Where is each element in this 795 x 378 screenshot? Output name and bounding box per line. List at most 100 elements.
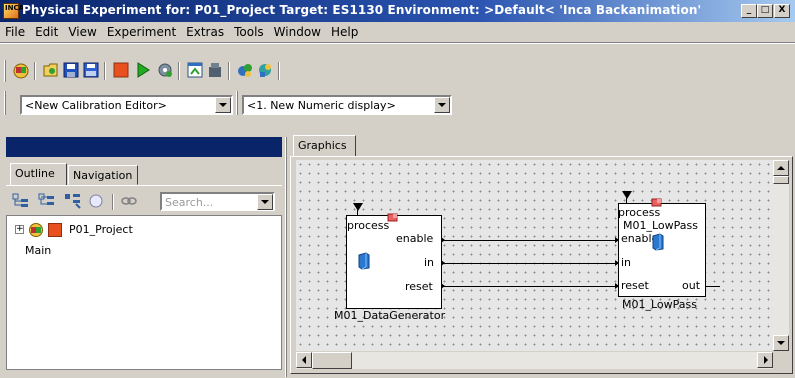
hardware-icon[interactable] <box>206 61 224 79</box>
tab-outline[interactable]: Outline <box>10 163 67 186</box>
tree-expander[interactable]: + <box>15 225 24 234</box>
connection-out[interactable] <box>706 286 720 287</box>
tree-collapse-icon[interactable] <box>38 193 56 209</box>
menu-window[interactable]: Window <box>269 22 326 39</box>
menu-tools[interactable]: Tools <box>229 22 269 39</box>
trigger-arrow-icon <box>622 191 632 199</box>
maximize-button[interactable]: □ <box>757 4 773 18</box>
scroll-up-button[interactable] <box>773 160 789 176</box>
code-icon <box>358 252 370 270</box>
calibration-editor-value: <New Calibration Editor> <box>25 99 167 112</box>
tab-navigation[interactable]: Navigation <box>68 165 138 185</box>
port-arrow-icon <box>441 283 445 289</box>
graphics-canvas[interactable]: process enable in reset M01_DataGenerato… <box>296 160 773 351</box>
tree-expand-icon[interactable] <box>12 193 30 209</box>
connection-enable[interactable] <box>442 240 619 241</box>
open-icon[interactable] <box>42 61 60 79</box>
scroll-down-button[interactable] <box>773 335 789 351</box>
numeric-display-select[interactable]: <1. New Numeric display> <box>242 95 452 115</box>
module-icon <box>651 198 662 207</box>
tree-item-project[interactable]: P01_Project <box>69 223 133 236</box>
search-input[interactable]: Search... <box>160 192 275 211</box>
menu-edit[interactable]: Edit <box>30 22 63 39</box>
tab-graphics[interactable]: Graphics <box>293 135 356 157</box>
menu-file[interactable]: File <box>0 22 30 39</box>
process-label: process <box>347 219 390 232</box>
tree-filter-icon[interactable] <box>64 193 82 209</box>
link-icon[interactable] <box>120 193 138 209</box>
extras-icon[interactable] <box>256 61 274 79</box>
port-out[interactable]: out <box>682 279 700 292</box>
tree-item-main[interactable]: Main <box>24 244 52 257</box>
toolbar-separator <box>112 194 114 210</box>
title-bar: INCA Physical Experiment for: P01_Projec… <box>0 0 795 22</box>
calibration-editor-select[interactable]: <New Calibration Editor> <box>20 95 233 115</box>
port-reset[interactable]: reset <box>405 280 433 293</box>
project-status-icon <box>48 223 62 237</box>
tab-divider <box>6 185 282 186</box>
run-icon[interactable] <box>134 61 152 79</box>
vertical-scrollbar[interactable] <box>773 160 789 351</box>
scroll-left-button[interactable] <box>296 352 312 368</box>
arrow-left-icon <box>302 356 306 364</box>
port-reset[interactable]: reset <box>621 279 649 292</box>
code-icon <box>652 233 664 251</box>
arrow-right-icon <box>764 356 768 364</box>
combo-grip <box>236 91 238 115</box>
save-all-icon[interactable] <box>82 61 100 79</box>
panel-splitter[interactable] <box>285 137 287 377</box>
scroll-right-button[interactable] <box>757 352 773 368</box>
circle-icon[interactable] <box>88 193 106 209</box>
outline-tree: + P01_Project Main <box>6 215 282 370</box>
numeric-display-value: <1. New Numeric display> <box>247 99 396 112</box>
window-icon[interactable] <box>186 61 204 79</box>
chevron-down-icon[interactable] <box>257 194 273 210</box>
search-placeholder: Search... <box>165 196 214 209</box>
menu-view[interactable]: View <box>63 22 101 39</box>
window-title: Physical Experiment for: P01_Project Tar… <box>22 3 702 17</box>
horizontal-scrollbar[interactable] <box>296 352 773 369</box>
port-arrow-icon <box>441 260 445 266</box>
chevron-down-icon[interactable] <box>215 97 231 113</box>
toolbar-separator <box>228 62 230 80</box>
horizontal-scroll-thumb[interactable] <box>312 352 352 369</box>
port-in[interactable]: in <box>621 256 631 269</box>
toolbar-separator <box>278 62 280 80</box>
app-icon[interactable]: INCA <box>3 3 24 19</box>
minimize-button[interactable]: _ <box>741 4 757 18</box>
vertical-scroll-thumb[interactable] <box>773 176 789 184</box>
data-generator-block[interactable]: process enable in reset <box>346 213 442 309</box>
toolbar-separator <box>178 62 180 80</box>
port-arrow-icon <box>441 237 445 243</box>
close-button[interactable]: X <box>774 4 790 18</box>
port-enable[interactable]: enable <box>396 232 433 245</box>
lowpass-block[interactable]: process M01_LowPass enable in reset out <box>618 198 706 297</box>
left-panel-title-bar <box>6 137 282 157</box>
arrow-down-icon <box>777 341 785 345</box>
menu-bar: File Edit View Experiment Extras Tools Window H… <box>0 22 795 42</box>
module-icon <box>387 213 398 222</box>
arrow-up-icon <box>777 166 785 170</box>
stop-icon[interactable] <box>112 61 130 79</box>
port-in[interactable]: in <box>424 256 434 269</box>
menu-divider-light <box>0 43 795 44</box>
connection-in[interactable] <box>442 263 619 264</box>
trigger-arrow-icon <box>353 203 363 211</box>
chevron-down-icon[interactable] <box>434 97 450 113</box>
toolbar-separator <box>34 62 36 80</box>
project-icon <box>29 223 43 237</box>
menu-extras[interactable]: Extras <box>181 22 229 39</box>
data-generator-name: M01_DataGenerator <box>334 309 446 322</box>
lowpass-name: M01_LowPass <box>622 298 697 311</box>
lowpass-inner-name: M01_LowPass <box>623 219 698 232</box>
connection-reset[interactable] <box>442 286 619 287</box>
menu-help[interactable]: Help <box>326 22 363 39</box>
save-icon[interactable] <box>62 61 80 79</box>
combo-grip <box>4 91 6 115</box>
experiment-icon[interactable] <box>12 61 30 79</box>
settings-icon[interactable] <box>156 61 174 79</box>
menu-experiment[interactable]: Experiment <box>102 22 181 39</box>
add-icon[interactable] <box>236 61 254 79</box>
toolbar-separator <box>104 62 106 80</box>
toolbar-grip <box>4 60 6 82</box>
